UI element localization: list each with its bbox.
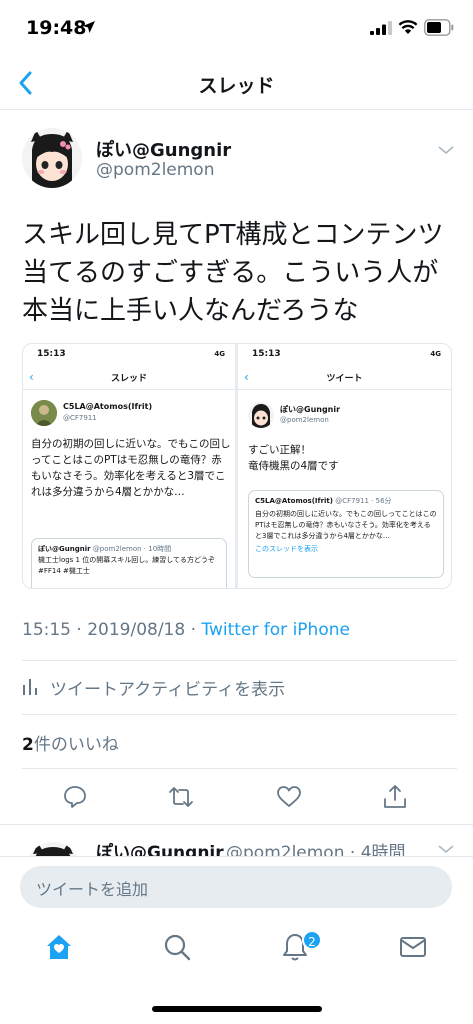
like-heart-icon[interactable] (276, 784, 302, 810)
mini-avatar (31, 400, 57, 426)
bar-chart-icon (23, 679, 37, 695)
mini-signal: 4G (214, 350, 225, 358)
mini-author-handle: @pom2lemon (280, 416, 329, 424)
status-bar: 19:48 (0, 0, 473, 58)
location-arrow-icon (83, 21, 95, 33)
mini-quote-meta: @CF7911 · 56分 (335, 497, 392, 505)
tweet-source-link[interactable]: Twitter for iPhone (201, 620, 350, 640)
mini-nav-title: ツイート (326, 374, 363, 384)
tweet-activity-label: ツイートアクティビティを表示 (50, 680, 286, 700)
mini-quote-name: C5LA@Atomos(Ifrit) (255, 497, 333, 505)
mini-author-handle: @CF7911 (63, 414, 97, 422)
mini-quote: ぽい@Gungnir @pom2lemon · 10時間 機工士logs 1 位… (31, 538, 227, 588)
mini-nav: ‹ ツイート (238, 364, 451, 390)
notification-badge: 2 (302, 930, 322, 950)
tweet-time: 15:15 · 2019/08/18 · (22, 620, 202, 640)
divider (22, 660, 457, 661)
share-icon[interactable] (382, 784, 408, 810)
tweet-author-name[interactable]: ぽい@Gungnir (96, 136, 231, 162)
status-time: 19:48 (26, 17, 87, 39)
page-title: スレッド (198, 75, 275, 97)
mini-quote-tags: #FF14 #機工士 (38, 567, 90, 575)
mini-quote-text: 自分の初期の回しに近いな。でもこの回しってことはこのPTはモ忍無しの竜侍？赤もい… (255, 510, 437, 540)
search-icon[interactable] (162, 932, 192, 962)
chevron-down-icon[interactable] (436, 843, 456, 855)
chevron-down-icon[interactable] (436, 144, 456, 156)
battery-icon (424, 19, 454, 36)
divider (22, 714, 457, 715)
mini-quote-line: 機工士logs 1 位の開幕スキル回し。練習してる方どうぞ (38, 556, 216, 564)
tweet-media[interactable]: 15:13 4G ‹ スレッド C5LA@Atomos(Ifrit) @CF79… (22, 343, 452, 589)
mini-author-name: ぽい@Gungnir (280, 405, 341, 414)
divider (22, 768, 457, 769)
mini-quote-name: ぽい@Gungnir (38, 545, 91, 553)
reply-compose-input[interactable]: ツイートを追加 (20, 866, 452, 908)
mini-thread-link: このスレッドを表示 (255, 545, 318, 553)
likes-count[interactable]: 2件のいいね (22, 730, 119, 755)
cellular-signal-icon (370, 21, 392, 35)
mini-quote-meta: @pom2lemon · 10時間 (92, 545, 172, 553)
tweet-timestamp: 15:15 · 2019/08/18 · Twitter for iPhone (22, 620, 350, 640)
mini-tweet-text: 自分の初期の回しに近いな。でもこの回しってことはこのPTはモ忍無しの竜侍？赤もい… (31, 438, 231, 498)
home-indicator (152, 1006, 322, 1012)
mini-nav-title: スレッド (110, 374, 147, 384)
mini-avatar (248, 402, 274, 428)
nav-bar: スレッド (0, 58, 473, 110)
mini-tweet-text: すごい正解！ 竜侍機黒の4層です (248, 444, 339, 472)
tweet-author-handle[interactable]: @pom2lemon (96, 160, 215, 180)
retweet-icon[interactable] (168, 784, 194, 810)
compose-placeholder: ツイートを追加 (36, 880, 149, 899)
likes-number: 2 (22, 735, 34, 755)
tweet-text: スキル回し見てPT構成とコンテンツ当てるのすごすぎる。こういう人が本当に上手い人… (22, 220, 444, 326)
avatar[interactable] (22, 128, 82, 188)
likes-label: 件のいいね (33, 735, 119, 755)
mini-status-time: 15:13 (37, 349, 66, 359)
mini-signal: 4G (430, 350, 441, 358)
messages-envelope-icon[interactable] (398, 932, 428, 962)
mini-author-name: C5LA@Atomos(Ifrit) (63, 402, 153, 411)
mini-quote: C5LA@Atomos(Ifrit) @CF7911 · 56分 自分の初期の回… (248, 490, 444, 578)
media-image-left[interactable]: 15:13 4G ‹ スレッド C5LA@Atomos(Ifrit) @CF79… (23, 344, 235, 588)
media-image-right[interactable]: 15:13 4G ‹ ツイート ぽい@Gungnir @pom2lemon すご… (238, 344, 451, 588)
mini-status-time: 15:13 (252, 349, 281, 359)
home-icon[interactable] (44, 932, 74, 962)
mini-nav: ‹ スレッド (23, 364, 235, 390)
divider (0, 824, 473, 825)
wifi-icon (398, 20, 418, 34)
reply-icon[interactable] (62, 784, 88, 810)
